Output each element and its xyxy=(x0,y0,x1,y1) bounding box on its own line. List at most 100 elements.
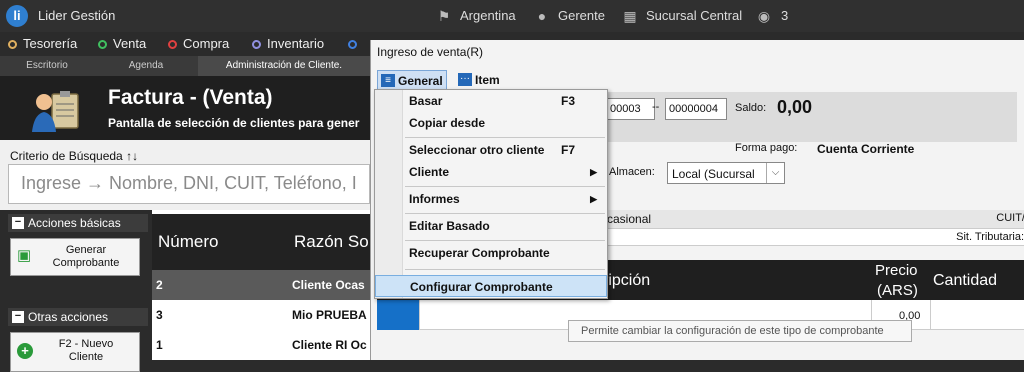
voucher-number-field[interactable]: 00000004 xyxy=(665,98,727,120)
new-client-label-1: F2 - Nuevo xyxy=(58,338,114,350)
other-actions-header[interactable]: − Otras acciones xyxy=(8,308,148,326)
menu-item-configurar-comprobante[interactable]: Configurar Comprobante xyxy=(375,275,607,297)
menu-tesoreria[interactable]: Tesorería xyxy=(8,36,77,51)
item-label: Editar Basado xyxy=(409,219,490,233)
circle-icon xyxy=(252,40,261,49)
generate-voucher-button[interactable]: ▣ Generar Comprobante xyxy=(10,238,140,276)
menu-item-cliente[interactable]: Cliente ▶ xyxy=(375,161,607,183)
grid-header: Número Razón So xyxy=(152,214,370,270)
submenu-arrow-icon: ▶ xyxy=(590,194,597,204)
column-descripcion[interactable]: ripción xyxy=(603,272,650,290)
menu-label: Inventario xyxy=(267,36,325,51)
column-precio[interactable]: Precio xyxy=(875,262,918,279)
menu-separator xyxy=(405,213,605,214)
payment-method-value: Cuenta Corriente xyxy=(817,142,915,156)
circle-icon xyxy=(98,40,107,49)
warehouse-label: Almacen: xyxy=(609,166,655,178)
item-label: Basar xyxy=(409,94,443,108)
menu-item-basar[interactable]: Basar F3 xyxy=(375,90,607,112)
store-icon: ▦ xyxy=(623,8,637,24)
row-name: Mio PRUEBA xyxy=(292,308,367,322)
dialog-menu-bar: ≡ General ··· Item xyxy=(371,70,1024,90)
branch-label[interactable]: Sucursal Central xyxy=(646,8,742,23)
item-label: Informes xyxy=(409,192,460,206)
user-label[interactable]: Gerente xyxy=(558,8,605,23)
generate-label-1: Generar xyxy=(65,244,107,256)
menu-item[interactable]: ··· Item xyxy=(455,70,511,90)
chevron-down-icon: ⌵ xyxy=(766,163,784,183)
menu-general[interactable]: ≡ General xyxy=(377,70,447,90)
add-circle-icon: + xyxy=(17,343,33,359)
point-of-sale-field[interactable]: 00003 xyxy=(607,98,655,120)
tab-administracion-cliente[interactable]: Administración de Cliente. xyxy=(198,56,370,76)
warehouse-value: Local (Sucursal xyxy=(672,167,755,181)
row-number: 2 xyxy=(156,278,163,292)
row-selector[interactable] xyxy=(377,300,419,330)
shortcut-label: F7 xyxy=(560,143,575,157)
column-precio-currency: (ARS) xyxy=(877,282,918,299)
circle-icon xyxy=(348,40,357,49)
collapse-icon: − xyxy=(12,217,24,229)
app-title: Lider Gestión xyxy=(38,8,116,23)
row-number: 3 xyxy=(156,308,163,322)
tooltip: Permite cambiar la configuración de este… xyxy=(568,320,912,342)
menu-item-informes[interactable]: Informes ▶ xyxy=(375,188,607,210)
more-icon: ··· xyxy=(458,73,472,86)
tab-agenda[interactable]: Agenda xyxy=(94,56,198,76)
tax-info-bar: Sit. Tributaria: xyxy=(607,228,1024,246)
menu-inventario[interactable]: Inventario xyxy=(252,36,324,51)
tax-status-label: Sit. Tributaria: xyxy=(956,231,1024,243)
basic-actions-header[interactable]: − Acciones básicas xyxy=(8,214,148,232)
column-razon-social[interactable]: Razón So xyxy=(294,232,369,252)
document-add-icon: ▣ xyxy=(17,247,32,264)
item-label: Cliente xyxy=(409,165,450,179)
search-placeholder: Ingrese → Nombre, DNI, CUIT, Teléfono, I xyxy=(21,173,357,193)
collapse-icon: − xyxy=(12,311,24,323)
new-client-button[interactable]: + F2 - Nuevo Cliente xyxy=(10,332,140,372)
menu-venta[interactable]: Venta xyxy=(98,36,146,51)
client-name: casional xyxy=(607,212,652,226)
general-dropdown-menu: Basar F3 Copiar desde Seleccionar otro cl… xyxy=(374,89,608,299)
location-count[interactable]: 3 xyxy=(781,8,788,23)
saldo-value: 0,00 xyxy=(777,97,813,117)
generate-label-2: Comprobante xyxy=(52,257,120,269)
menu-item-seleccionar-cliente[interactable]: Seleccionar otro cliente F7 xyxy=(375,139,607,161)
search-input[interactable]: Ingrese → Nombre, DNI, CUIT, Teléfono, I xyxy=(8,164,370,204)
row-name: Cliente RI Oc xyxy=(292,338,367,352)
clients-grid: Número Razón So 2 Cliente Ocas 3 Mio PRU… xyxy=(152,210,370,360)
menu-item-recuperar-comprobante[interactable]: Recuperar Comprobante xyxy=(375,242,607,264)
menu-item-label: Item xyxy=(475,73,500,87)
table-row[interactable]: 3 Mio PRUEBA xyxy=(152,300,370,330)
location-pin-icon: ◉ xyxy=(757,8,771,24)
menu-item-editar-basado[interactable]: Editar Basado xyxy=(375,215,607,237)
menu-separator xyxy=(405,240,605,241)
menu-separator xyxy=(405,269,605,270)
menu-label: Compra xyxy=(183,36,230,51)
number-separator: -- xyxy=(652,101,660,113)
circle-icon xyxy=(8,40,17,49)
page-subtitle: Pantalla de selección de clientes para g… xyxy=(108,116,360,130)
column-numero[interactable]: Número xyxy=(158,232,218,252)
item-label: Recuperar Comprobante xyxy=(409,246,550,260)
menu-compra[interactable]: Compra xyxy=(168,36,229,51)
menu-general-label: General xyxy=(398,74,443,88)
client-info-bar: casional CUIT/ xyxy=(607,210,1024,228)
user-icon: ● xyxy=(537,8,547,24)
cell-divider xyxy=(419,300,420,330)
menu-label: Tesorería xyxy=(23,36,78,51)
table-row[interactable]: 1 Cliente RI Oc xyxy=(152,330,370,360)
table-row[interactable]: 2 Cliente Ocas xyxy=(152,270,370,300)
item-label: Copiar desde xyxy=(409,116,486,130)
menu-more[interactable] xyxy=(348,36,363,51)
country-label[interactable]: Argentina xyxy=(460,8,516,23)
new-client-label-2: Cliente xyxy=(68,351,104,363)
other-actions-label: Otras acciones xyxy=(28,310,109,324)
tab-escritorio[interactable]: Escritorio xyxy=(0,56,94,76)
warehouse-select[interactable]: Local (Sucursal ⌵ xyxy=(667,162,785,184)
menu-item-copiar-desde[interactable]: Copiar desde xyxy=(375,112,607,134)
column-cantidad[interactable]: Cantidad xyxy=(933,272,997,290)
cuit-label: CUIT/ xyxy=(996,212,1024,224)
top-bar: li Lider Gestión ⚑ Argentina ● Gerente ▦… xyxy=(0,0,1024,32)
submenu-arrow-icon: ▶ xyxy=(590,167,597,177)
saldo-label: Saldo: xyxy=(735,102,767,114)
